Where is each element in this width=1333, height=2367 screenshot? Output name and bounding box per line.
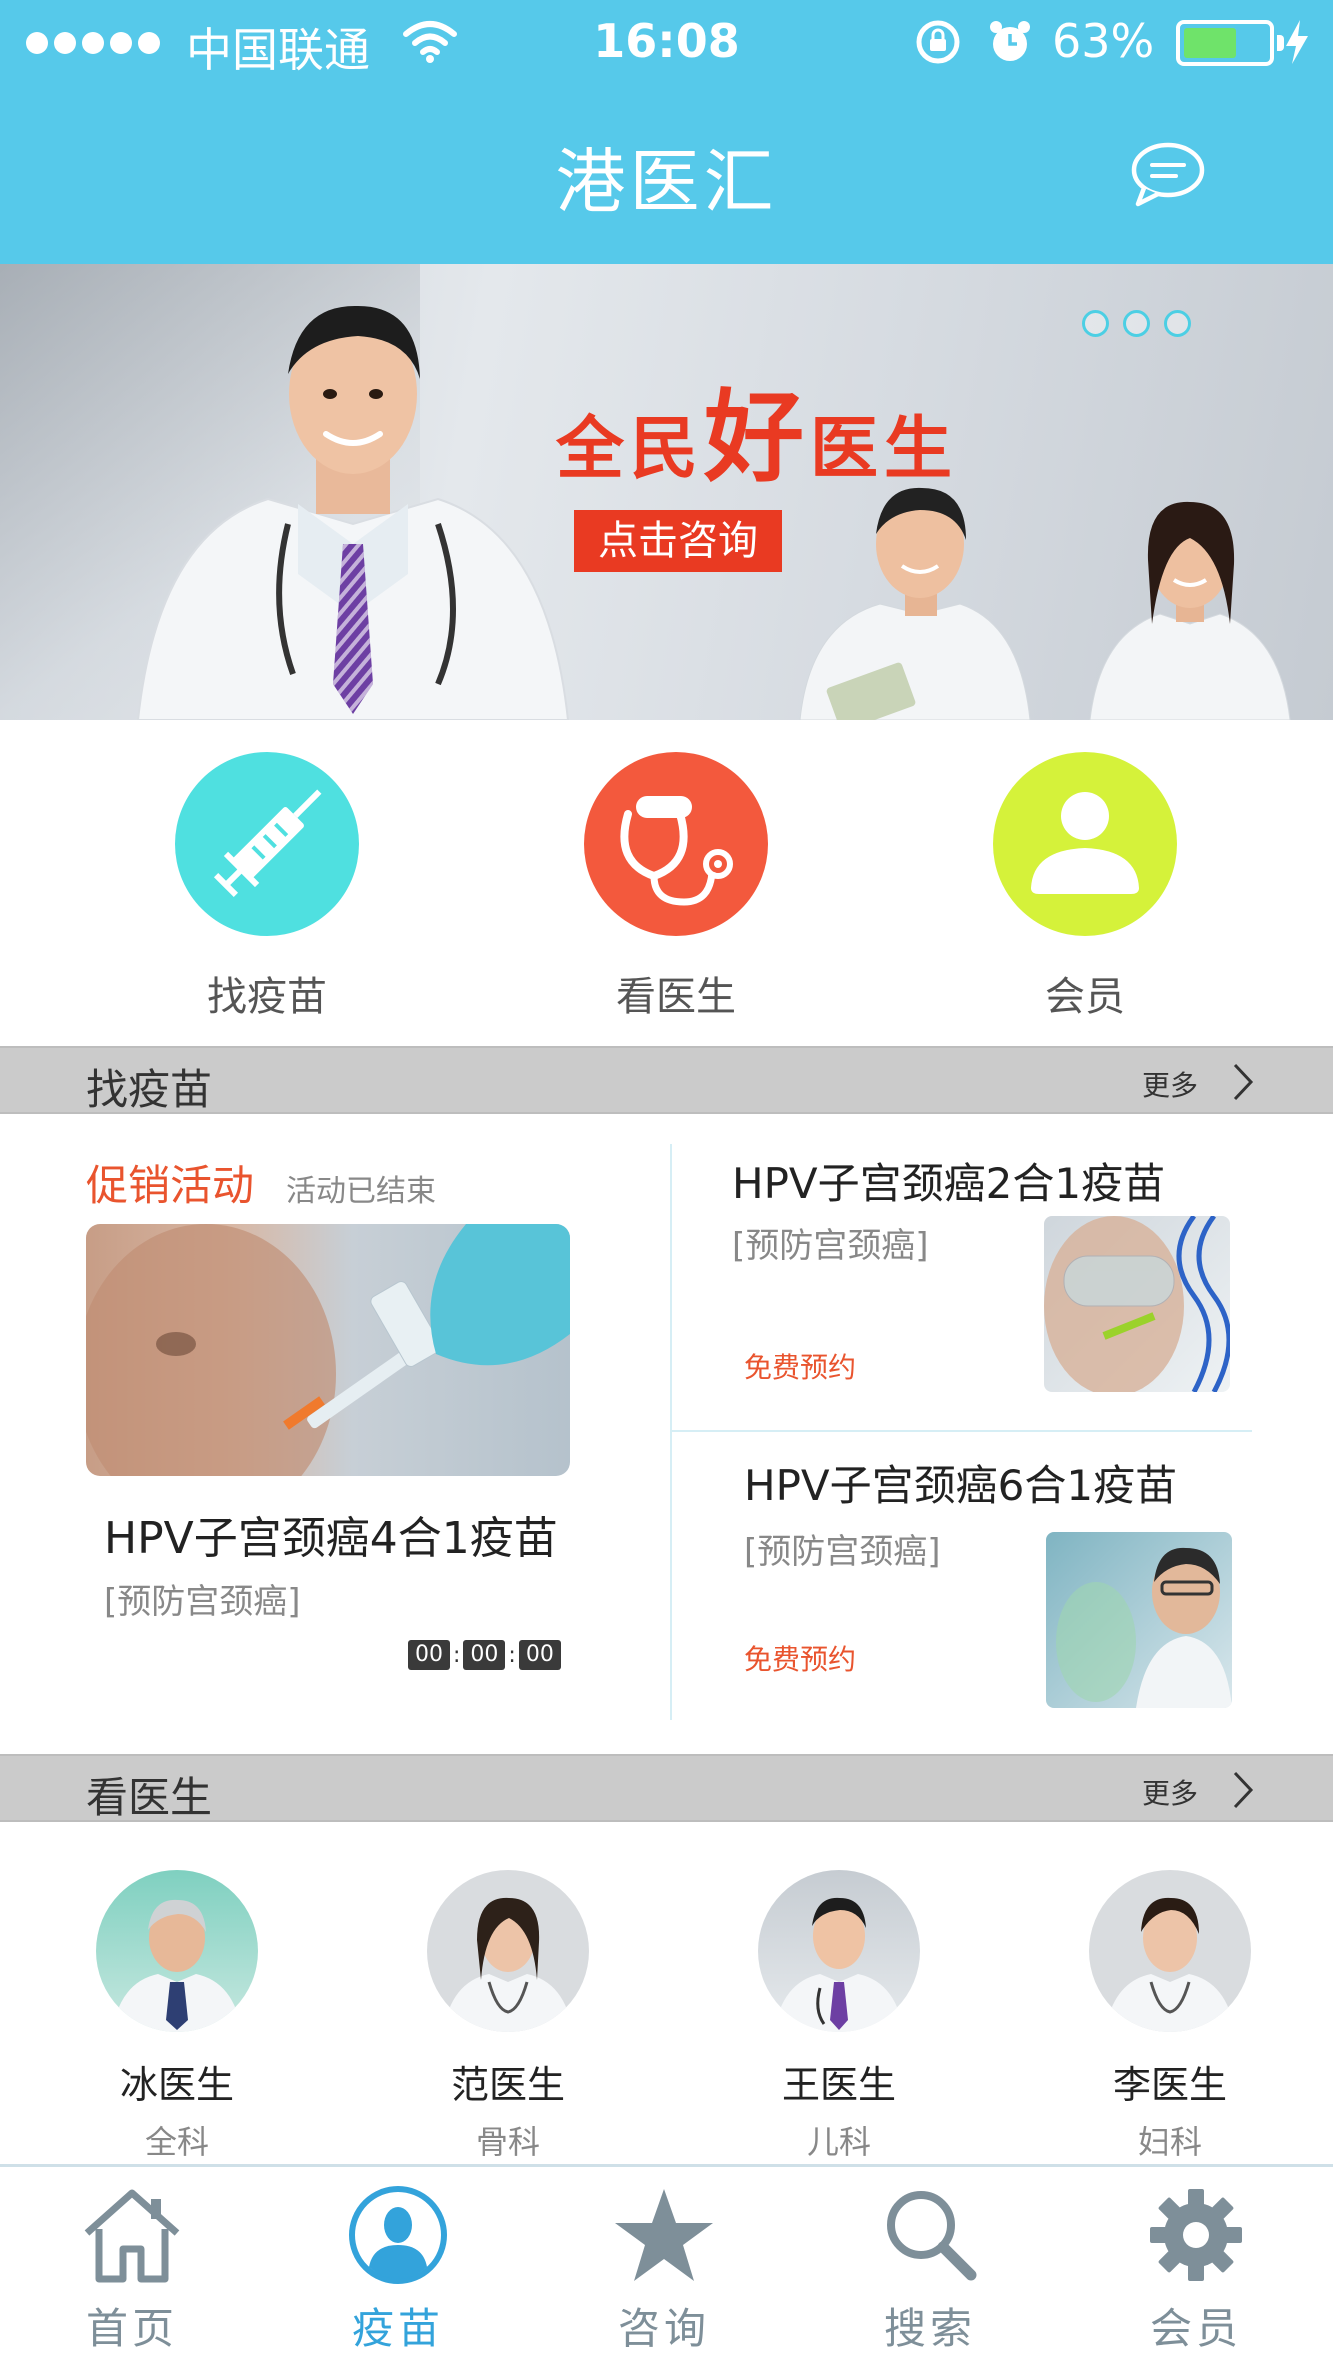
doctor-name: 范医生 bbox=[450, 2063, 565, 2107]
vaccine-item-image[interactable] bbox=[1046, 1532, 1232, 1708]
doctor-department: 骨科 bbox=[475, 2123, 540, 2161]
doctor-department: 妇科 bbox=[1137, 2123, 1202, 2161]
chevron-right-icon[interactable] bbox=[1232, 1770, 1254, 1810]
doctor-department: 全科 bbox=[144, 2123, 209, 2161]
doctor-photo bbox=[799, 487, 1291, 720]
avatar bbox=[427, 1870, 589, 2032]
consult-now-button[interactable]: 点击咨询 bbox=[574, 510, 782, 572]
chevron-right-icon[interactable] bbox=[1232, 1062, 1254, 1102]
countdown-timer: 00:00:00 bbox=[408, 1640, 561, 1670]
doctor-name: 李医生 bbox=[1112, 2063, 1227, 2107]
tab-search[interactable]: 搜索 bbox=[830, 2185, 1030, 2356]
search-icon bbox=[887, 2191, 977, 2281]
avatar bbox=[96, 1870, 258, 2032]
person-icon bbox=[349, 2186, 447, 2284]
tab-label: 咨询 bbox=[617, 2304, 710, 2353]
star-icon bbox=[615, 2189, 713, 2281]
charging-icon bbox=[1286, 20, 1308, 64]
promo-vaccine-image[interactable] bbox=[86, 1224, 570, 1476]
avatar bbox=[758, 1870, 920, 2032]
divider bbox=[670, 1144, 672, 1720]
member-entry[interactable]: 会员 bbox=[935, 752, 1235, 1022]
battery-percentage: 63% bbox=[1052, 14, 1155, 68]
bottom-tab-bar: 首页 疫苗 咨询 搜索 会员 bbox=[0, 2164, 1333, 2367]
battery-level bbox=[1184, 28, 1236, 58]
timer-seconds: 00 bbox=[518, 1640, 561, 1670]
quick-entry-label: 找疫苗 bbox=[207, 974, 327, 1020]
promo-banner[interactable]: 全民好医生 点击咨询 bbox=[0, 264, 1333, 720]
free-booking-button[interactable]: 免费预约 bbox=[744, 1346, 856, 1386]
tab-label: 首页 bbox=[85, 2304, 178, 2353]
quick-entry-label: 看医生 bbox=[616, 974, 736, 1020]
avatar bbox=[1089, 1870, 1251, 2032]
tab-label: 搜索 bbox=[883, 2304, 976, 2353]
vaccine-item-subtitle: [预防宫颈癌] bbox=[744, 1532, 941, 1572]
vaccine-item-image[interactable] bbox=[1044, 1216, 1230, 1392]
timer-hours: 00 bbox=[408, 1640, 450, 1670]
find-vaccine-entry[interactable]: 找疫苗 bbox=[117, 752, 417, 1022]
tab-home[interactable]: 首页 bbox=[32, 2185, 232, 2356]
promo-vaccine-subtitle: [预防宫颈癌] bbox=[104, 1582, 301, 1622]
doctor-name: 冰医生 bbox=[119, 2063, 234, 2107]
free-booking-button[interactable]: 免费预约 bbox=[744, 1638, 856, 1678]
status-bar: 中国联通 16:08 63% bbox=[0, 0, 1333, 86]
tab-consult[interactable]: 咨询 bbox=[564, 2185, 764, 2356]
section-title: 找疫苗 bbox=[86, 1065, 213, 1114]
doctor-department: 儿科 bbox=[806, 2123, 871, 2161]
doctor-name: 王医生 bbox=[781, 2063, 896, 2107]
doctor-card[interactable]: 李医生 妇科 bbox=[1060, 1870, 1280, 2163]
section-title: 看医生 bbox=[86, 1773, 213, 1822]
vaccine-item-subtitle: [预防宫颈癌] bbox=[732, 1226, 929, 1266]
alarm-icon bbox=[990, 21, 1030, 61]
quick-entry-label: 会员 bbox=[1045, 974, 1125, 1020]
tab-member[interactable]: 会员 bbox=[1096, 2185, 1296, 2356]
see-doctor-entry[interactable]: 看医生 bbox=[526, 752, 826, 1022]
top-bar: 中国联通 16:08 63% 港医汇 bbox=[0, 0, 1333, 264]
doctor-card[interactable]: 范医生 骨科 bbox=[398, 1870, 618, 2163]
quick-entry-bar: 找疫苗 看医生 会员 bbox=[0, 720, 1333, 1046]
doctor-photo bbox=[136, 305, 570, 720]
home-icon bbox=[84, 2189, 180, 2283]
doctor-card[interactable]: 王医生 儿科 bbox=[729, 1870, 949, 2163]
tab-label: 会员 bbox=[1149, 2304, 1242, 2353]
tab-label: 疫苗 bbox=[351, 2304, 444, 2353]
syringe-icon bbox=[175, 752, 359, 936]
doctor-section-header: 看医生 更多 bbox=[0, 1754, 1333, 1822]
stethoscope-icon bbox=[584, 752, 768, 936]
more-link[interactable]: 更多 bbox=[1142, 1064, 1198, 1104]
user-icon bbox=[993, 752, 1177, 936]
rotation-lock-icon bbox=[916, 20, 1030, 64]
promo-tag: 促销活动 bbox=[86, 1161, 255, 1210]
chat-bubble-icon[interactable] bbox=[1128, 138, 1208, 210]
more-link[interactable]: 更多 bbox=[1142, 1772, 1198, 1812]
promo-status: 活动已结束 bbox=[286, 1174, 436, 1209]
tab-vaccine[interactable]: 疫苗 bbox=[298, 2185, 498, 2356]
carousel-indicator[interactable] bbox=[1082, 310, 1191, 337]
gear-icon bbox=[1150, 2189, 1242, 2281]
vaccine-item-name[interactable]: HPV子宫颈癌6合1疫苗 bbox=[744, 1452, 1177, 1513]
promo-vaccine-name[interactable]: HPV子宫颈癌4合1疫苗 bbox=[104, 1502, 558, 1566]
timer-minutes: 00 bbox=[463, 1640, 506, 1670]
doctor-card[interactable]: 冰医生 全科 bbox=[67, 1870, 287, 2163]
vaccine-section-header: 找疫苗 更多 bbox=[0, 1046, 1333, 1114]
divider bbox=[672, 1430, 1252, 1432]
battery-icon bbox=[1176, 20, 1284, 66]
vaccine-item-name[interactable]: HPV子宫颈癌2合1疫苗 bbox=[732, 1150, 1165, 1211]
